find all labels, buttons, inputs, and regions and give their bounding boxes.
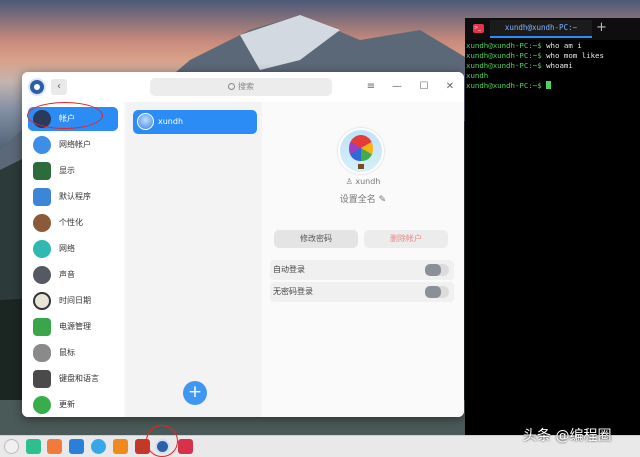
sidebar-item-label: 默认程序 <box>59 192 91 201</box>
default-apps-icon <box>33 188 51 206</box>
terminal-title-bar: >_ xundh@xundh-PC:~ + <box>465 18 640 40</box>
settings-sidebar: 帐户 网络帐户 显示 默认程序 个性化 网络 声音 时间日期 电源管理 鼠标 键… <box>22 102 124 417</box>
sidebar-item-label: 个性化 <box>59 218 83 227</box>
sidebar-item-label: 网络帐户 <box>59 140 91 149</box>
terminal-line: xundh@xundh-PC:~$ who am i <box>466 41 582 50</box>
sidebar-item-label: 显示 <box>59 166 75 175</box>
update-icon <box>33 396 51 414</box>
avatar[interactable] <box>338 128 384 174</box>
sidebar-item-label: 网络 <box>59 244 75 253</box>
sidebar-item-default-apps[interactable]: 默认程序 <box>28 185 118 209</box>
terminal-tab[interactable]: xundh@xundh-PC:~ <box>490 20 592 38</box>
package-icon[interactable] <box>113 439 128 454</box>
minimize-button[interactable]: — <box>390 80 404 94</box>
terminal-cursor <box>546 81 552 89</box>
account-detail-panel: ♙ xundh 设置全名 ✎ 修改密码 删除帐户 自动登录 无密码登录 <box>262 102 464 417</box>
sidebar-item-label: 更新 <box>59 400 75 409</box>
sidebar-item-label: 键盘和语言 <box>59 374 99 383</box>
highlight-circle-dock-settings <box>146 425 178 457</box>
menu-button[interactable]: ≡ <box>364 80 378 94</box>
title-bar: ‹ 搜索 ≡ — ☐ ✕ <box>22 72 464 102</box>
accounts-list: xundh + <box>126 102 262 417</box>
terminal-icon: >_ <box>473 24 484 33</box>
palette-icon <box>33 214 51 232</box>
account-item[interactable]: xundh <box>133 110 257 134</box>
passwordless-login-label: 无密码登录 <box>273 287 313 296</box>
sidebar-item-network[interactable]: 网络 <box>28 237 118 261</box>
sidebar-item-network-accounts[interactable]: 网络帐户 <box>28 133 118 157</box>
sidebar-item-label: 鼠标 <box>59 348 75 357</box>
auto-login-row: 自动登录 <box>270 260 454 280</box>
passwordless-login-row: 无密码登录 <box>270 282 454 302</box>
terminal-line: xundh@xundh-PC:~$ whoami <box>466 61 573 70</box>
battery-icon <box>33 318 51 336</box>
username-text: xundh <box>355 177 381 186</box>
sidebar-item-label: 时间日期 <box>59 296 91 305</box>
auto-login-toggle[interactable] <box>425 264 449 276</box>
sidebar-item-sound[interactable]: 声音 <box>28 263 118 287</box>
upload-icon[interactable] <box>69 439 84 454</box>
cloud-icon <box>33 136 51 154</box>
search-input[interactable]: 搜索 <box>150 78 332 96</box>
keyboard-icon <box>33 370 51 388</box>
sidebar-item-mouse[interactable]: 鼠标 <box>28 341 118 365</box>
new-tab-button[interactable]: + <box>596 20 607 36</box>
speaker-icon <box>33 266 51 284</box>
sidebar-item-label: 声音 <box>59 270 75 279</box>
sidebar-item-keyboard[interactable]: 键盘和语言 <box>28 367 118 391</box>
launcher-icon[interactable] <box>4 439 19 454</box>
control-center-logo-icon <box>28 78 46 96</box>
change-password-button[interactable]: 修改密码 <box>274 230 358 248</box>
sidebar-item-label: 电源管理 <box>59 322 91 331</box>
sidebar-item-display[interactable]: 显示 <box>28 159 118 183</box>
avatar <box>137 113 154 130</box>
search-placeholder: 搜索 <box>238 82 254 91</box>
mouse-icon <box>33 344 51 362</box>
network-icon <box>33 240 51 258</box>
passwordless-login-toggle[interactable] <box>425 286 449 298</box>
monitor-icon <box>33 162 51 180</box>
highlight-circle-accounts <box>27 102 103 129</box>
browser-icon[interactable] <box>91 439 106 454</box>
full-name-text: 设置全名 <box>339 195 376 205</box>
back-button[interactable]: ‹ <box>51 79 67 95</box>
close-button[interactable]: ✕ <box>443 80 457 94</box>
account-name: xundh <box>158 117 184 126</box>
sidebar-item-update[interactable]: 更新 <box>28 393 118 417</box>
add-account-button[interactable]: + <box>183 381 207 405</box>
terminal-output[interactable]: xundh@xundh-PC:~$ who am i xundh@xundh-P… <box>466 41 638 91</box>
delete-account-button[interactable]: 删除帐户 <box>364 230 448 248</box>
clock-icon <box>33 292 51 310</box>
user-small-icon: ♙ <box>345 177 356 186</box>
terminal-line: xundh <box>466 71 489 80</box>
sidebar-item-power[interactable]: 电源管理 <box>28 315 118 339</box>
balloon-icon <box>349 135 373 161</box>
app-store-icon[interactable] <box>47 439 62 454</box>
terminal-line: xundh@xundh-PC:~$ <box>466 81 552 90</box>
set-full-name[interactable]: 设置全名 ✎ <box>262 192 464 205</box>
auto-login-label: 自动登录 <box>273 265 305 274</box>
sidebar-item-datetime[interactable]: 时间日期 <box>28 289 118 313</box>
search-icon <box>228 83 235 90</box>
balloon-basket <box>358 164 364 169</box>
watermark: 头条 @编程圈 <box>523 428 612 444</box>
sidebar-item-personalization[interactable]: 个性化 <box>28 211 118 235</box>
maximize-button[interactable]: ☐ <box>417 80 431 94</box>
terminal-window: >_ xundh@xundh-PC:~ + xundh@xundh-PC:~$ … <box>465 18 640 435</box>
username-label: ♙ xundh <box>262 177 464 186</box>
terminal-icon[interactable] <box>178 439 193 454</box>
file-manager-icon[interactable] <box>26 439 41 454</box>
terminal-line: xundh@xundh-PC:~$ who mom likes <box>466 51 604 60</box>
pencil-icon[interactable]: ✎ <box>376 195 387 205</box>
